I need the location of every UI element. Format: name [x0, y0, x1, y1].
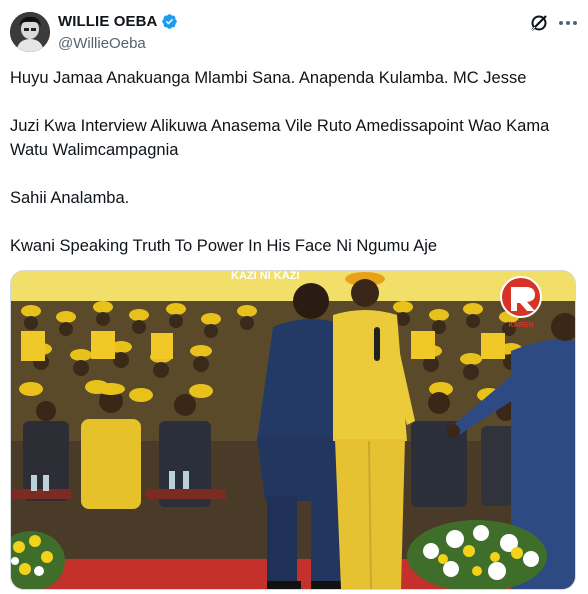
more-options-icon[interactable]	[556, 12, 580, 34]
tweet-media-image[interactable]: KAZI NI KAZI KAREN	[10, 270, 576, 590]
tweet-paragraph: Juzi Kwa Interview Alikuwa Anasema Vile …	[10, 117, 550, 159]
tweet-paragraph: Sahii Analamba.	[10, 189, 130, 207]
tweet-paragraph: Kwani Speaking Truth To Power In His Fac…	[10, 237, 438, 255]
avatar[interactable]	[10, 12, 50, 52]
watermark-text: KAREN	[509, 322, 534, 329]
author-handle[interactable]: @WillieOeba	[58, 35, 146, 52]
verified-badge-icon	[161, 13, 178, 30]
author-display-name[interactable]: WILLIE OEBA	[58, 13, 157, 30]
banner-text: KAZI NI KAZI	[231, 271, 299, 282]
tweet-paragraph: Huyu Jamaa Anakuanga Mlambi Sana. Anapen…	[10, 69, 527, 87]
tweet-header: WILLIE OEBA @WillieOeba	[0, 0, 588, 62]
grok-icon[interactable]	[528, 12, 550, 34]
tweet-text: Huyu Jamaa Anakuanga Mlambi Sana. Anapen…	[10, 66, 570, 258]
